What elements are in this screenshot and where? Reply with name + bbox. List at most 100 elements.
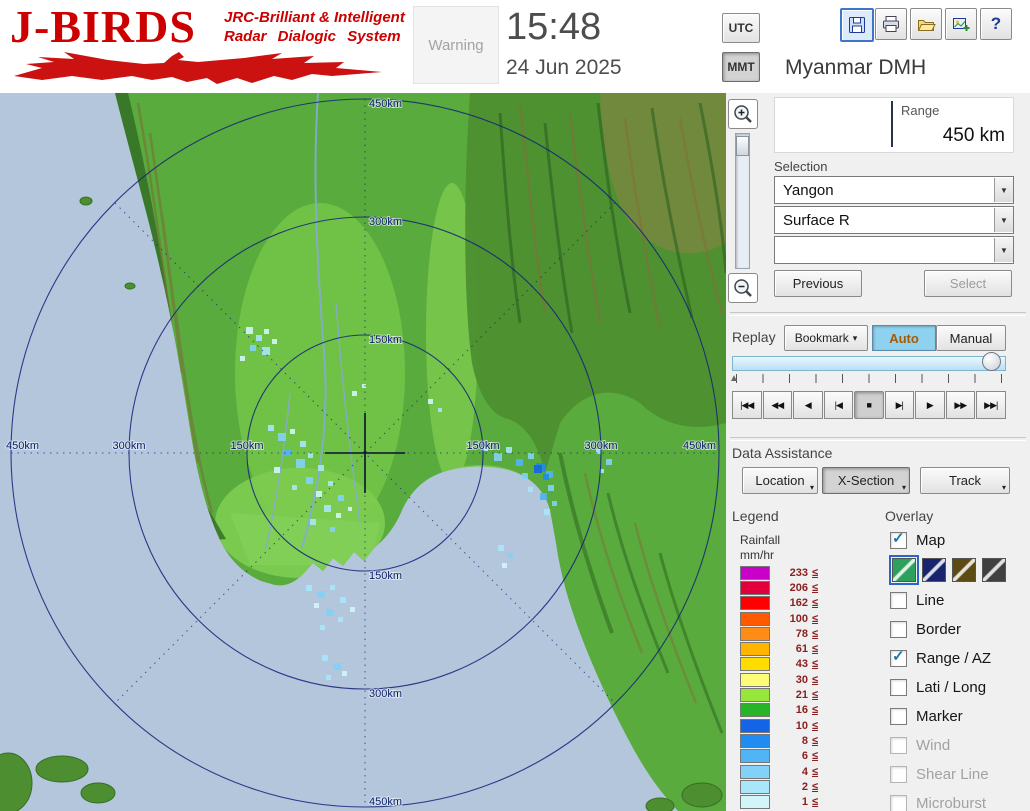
x-section-button[interactable]: X-Section ▾ xyxy=(822,467,910,494)
map-zoom-slider-thumb[interactable] xyxy=(736,136,749,156)
playback-fast-rewind-button[interactable]: ◀◀ xyxy=(762,391,792,419)
legend-color-swatch xyxy=(740,657,770,672)
legend-threshold-link[interactable]: ≤ xyxy=(812,704,818,716)
legend-threshold-link[interactable]: ≤ xyxy=(812,613,818,625)
manual-mode-button[interactable]: Manual xyxy=(936,325,1006,351)
legend-threshold-link[interactable]: ≤ xyxy=(812,582,818,594)
radar-map-display[interactable]: 450km 300km 150km 150km 300km 450km 450k… xyxy=(0,93,726,811)
legend-threshold-link[interactable]: ≤ xyxy=(812,658,818,670)
precipitation-echo xyxy=(326,675,331,680)
playback-step-back-button[interactable]: |◀ xyxy=(823,391,853,419)
location-button[interactable]: Location ▾ xyxy=(742,467,818,494)
map-zoom-slider[interactable] xyxy=(735,133,750,269)
playback-skip-start-button[interactable]: |◀◀ xyxy=(732,391,762,419)
replay-timeline-thumb[interactable] xyxy=(982,352,1001,371)
dropdown-arrow-icon[interactable]: ▼ xyxy=(994,208,1013,232)
dropdown-arrow-icon[interactable]: ▼ xyxy=(994,178,1013,202)
replay-timeline-slider[interactable] xyxy=(732,356,1006,371)
precipitation-echo xyxy=(516,459,523,466)
playback-play-reverse-button[interactable]: ◀ xyxy=(793,391,823,419)
legend-threshold-link[interactable]: ≤ xyxy=(812,720,818,732)
capture-image-button[interactable] xyxy=(945,8,977,40)
checkbox[interactable] xyxy=(890,678,907,696)
precipitation-echo xyxy=(316,491,322,497)
track-button[interactable]: Track ▾ xyxy=(920,467,1010,494)
legend-threshold-link[interactable]: ≤ xyxy=(812,750,818,762)
overlay-list: ✓ Map Line Border ✓ Range / AZ Lati / Long Mark… xyxy=(889,527,1028,811)
timezone-utc-button[interactable]: UTC xyxy=(722,13,760,43)
save-button[interactable] xyxy=(840,8,874,42)
bookmark-button-label: Bookmark xyxy=(794,331,849,345)
warning-indicator[interactable]: Warning xyxy=(413,6,499,84)
dropdown-arrow-icon[interactable]: ▼ xyxy=(994,238,1013,262)
precipitation-echo xyxy=(540,493,547,500)
legend-threshold-link[interactable]: ≤ xyxy=(812,674,818,686)
overlay-item-lati-long[interactable]: Lati / Long xyxy=(890,674,1028,700)
legend-section-label: Legend xyxy=(732,508,779,524)
overlay-item-label: Microburst xyxy=(916,794,987,811)
site-dropdown[interactable]: Yangon ▼ xyxy=(774,176,1014,204)
overlay-item-border[interactable]: Border xyxy=(890,616,1028,642)
overlay-section-label: Overlay xyxy=(885,508,934,524)
menu-arrow-icon: ▾ xyxy=(901,483,906,492)
checkbox[interactable]: ✓ xyxy=(890,530,907,549)
playback-skip-end-button[interactable]: ▶▶| xyxy=(976,391,1006,419)
range-divider xyxy=(891,101,893,147)
map-style-swatch-1[interactable] xyxy=(889,554,919,585)
precipitation-echo xyxy=(330,527,335,532)
jbirds-app-window: J-BIRDS JRC-Brilliant & Intelligent Rada… xyxy=(0,0,1030,811)
legend-threshold-link[interactable]: ≤ xyxy=(812,628,818,640)
legend-threshold-link[interactable]: ≤ xyxy=(812,643,818,655)
precipitation-echo xyxy=(428,399,433,404)
legend-threshold-link[interactable]: ≤ xyxy=(812,766,818,778)
map-style-swatch-3[interactable] xyxy=(952,557,976,582)
overlay-item-label: Border xyxy=(916,620,962,638)
checkbox[interactable] xyxy=(890,620,907,638)
timezone-mmt-button[interactable]: MMT xyxy=(722,52,760,82)
option-dropdown[interactable]: ▼ xyxy=(774,236,1014,264)
checkbox xyxy=(890,765,907,783)
help-button[interactable]: ? xyxy=(980,8,1012,40)
location-button-label: Location xyxy=(755,473,805,488)
playback-step-forward-button[interactable]: ▶| xyxy=(884,391,914,419)
precipitation-echo xyxy=(324,505,331,512)
playback-stop-button[interactable]: ■ xyxy=(854,391,884,419)
map-style-swatch-2[interactable] xyxy=(922,557,946,582)
legend-threshold-link[interactable]: ≤ xyxy=(812,781,818,793)
zoom-out-button[interactable] xyxy=(728,273,758,303)
overlay-item-range-az[interactable]: ✓ Range / AZ xyxy=(890,645,1028,671)
precipitation-echo xyxy=(322,655,328,661)
print-button[interactable] xyxy=(875,8,907,40)
playback-play-button[interactable]: ▶ xyxy=(915,391,945,419)
warning-label: Warning xyxy=(428,36,484,54)
open-file-button[interactable] xyxy=(910,8,942,40)
checkbox[interactable] xyxy=(890,591,907,609)
magnifier-plus-icon xyxy=(734,105,752,123)
precipitation-echo xyxy=(300,441,306,447)
product-dropdown[interactable]: Surface R ▼ xyxy=(774,206,1014,234)
utc-label: UTC xyxy=(728,21,754,35)
precipitation-echo xyxy=(350,607,355,612)
map-style-swatch-4[interactable] xyxy=(982,557,1006,582)
overlay-item-marker[interactable]: Marker xyxy=(890,703,1028,729)
check-icon: ✓ xyxy=(892,647,905,665)
legend-threshold-link[interactable]: ≤ xyxy=(812,735,818,747)
legend-threshold-link[interactable]: ≤ xyxy=(812,689,818,701)
legend-threshold-link[interactable]: ≤ xyxy=(812,796,818,808)
precipitation-echo xyxy=(498,545,504,551)
precipitation-echo xyxy=(506,447,512,453)
overlay-item-map[interactable]: ✓ Map xyxy=(890,527,1028,553)
overlay-item-line[interactable]: Line xyxy=(890,587,1028,613)
legend-threshold-link[interactable]: ≤ xyxy=(812,597,818,609)
checkbox[interactable] xyxy=(890,707,907,725)
legend-threshold-link[interactable]: ≤ xyxy=(812,567,818,579)
checkbox[interactable]: ✓ xyxy=(890,647,907,667)
auto-mode-button[interactable]: Auto xyxy=(872,325,936,351)
playback-fast-forward-button[interactable]: ▶▶ xyxy=(945,391,975,419)
legend-threshold-value: 21 xyxy=(795,689,808,702)
legend-threshold-value: 206 xyxy=(789,581,808,594)
bookmark-button[interactable]: Bookmark ▾ xyxy=(784,325,868,351)
previous-button[interactable]: Previous xyxy=(774,270,862,297)
zoom-in-button[interactable] xyxy=(728,99,758,129)
precipitation-echo xyxy=(522,473,528,479)
